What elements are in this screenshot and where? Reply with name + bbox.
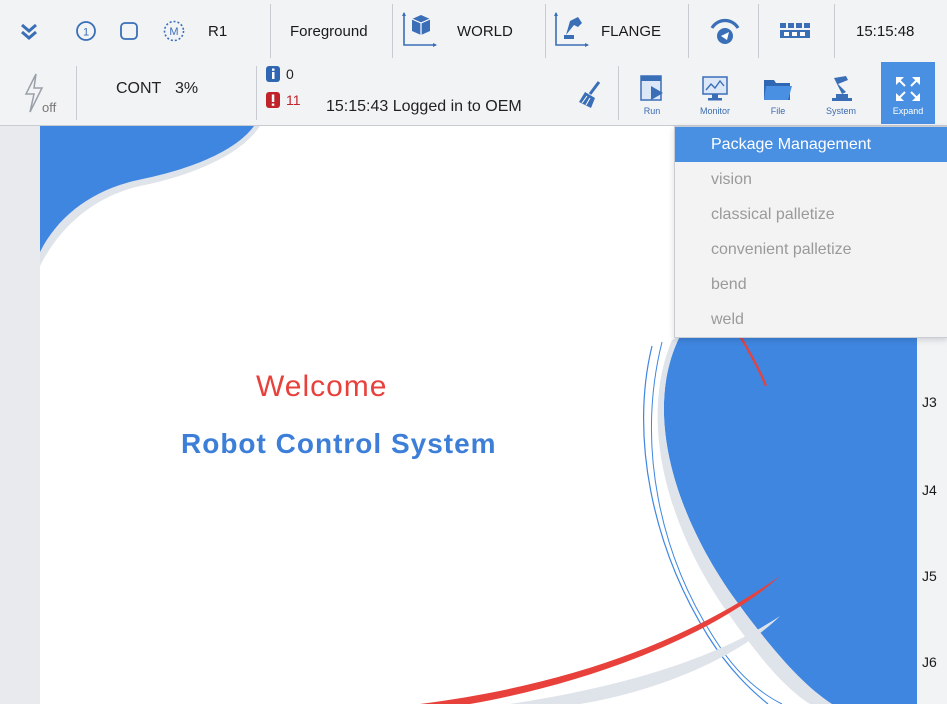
- motion-mode-label[interactable]: CONT: [116, 80, 161, 98]
- robot-arm-icon: [832, 76, 852, 101]
- connection-icon[interactable]: [708, 2, 744, 60]
- clock: 15:15:48: [856, 22, 915, 40]
- system-button[interactable]: System: [815, 62, 867, 124]
- power-off-icon[interactable]: off: [22, 72, 66, 118]
- error-indicator[interactable]: 11: [266, 92, 301, 108]
- menu-item-vision[interactable]: vision: [675, 162, 947, 197]
- info-indicator[interactable]: 0: [266, 66, 294, 82]
- folder-icon: [764, 80, 792, 100]
- monitor-icon: [702, 76, 728, 101]
- expand-button[interactable]: Expand: [881, 62, 935, 124]
- left-rail: [0, 126, 40, 704]
- coordinate-system-label[interactable]: WORLD: [457, 2, 537, 60]
- joint-label-j4: J4: [922, 482, 937, 498]
- system-subtitle: Robot Control System: [181, 428, 497, 459]
- manual-mode-icon[interactable]: M: [162, 2, 188, 60]
- robot-selector[interactable]: R1: [208, 2, 248, 60]
- keyboard-icon[interactable]: [778, 2, 818, 60]
- run-button[interactable]: Run: [626, 62, 678, 124]
- info-toolbar: off CONT 3% 0 11 15:15:43 Logged in to O…: [0, 62, 947, 126]
- tool-flange-icon[interactable]: [552, 2, 592, 60]
- collapse-chevrons-icon[interactable]: [18, 2, 44, 60]
- error-icon: [266, 92, 280, 108]
- expand-label: Expand: [892, 106, 924, 116]
- info-icon: [266, 66, 280, 82]
- monitor-button[interactable]: Monitor: [689, 62, 741, 124]
- expand-icon: [896, 77, 920, 101]
- speed-label[interactable]: 3%: [175, 80, 198, 98]
- error-count: 11: [286, 92, 301, 108]
- top-status-bar: 1 M R1 Foreground WORLD FLANGE 15:15:48: [0, 0, 947, 63]
- joint-label-j6: J6: [922, 654, 937, 670]
- svg-text:1: 1: [83, 27, 89, 39]
- stop-square-icon[interactable]: [118, 2, 144, 60]
- menu-item-classical-palletize[interactable]: classical palletize: [675, 197, 947, 232]
- menu-item-weld[interactable]: weld: [675, 302, 947, 337]
- system-label: System: [825, 106, 856, 116]
- monitor-label: Monitor: [699, 106, 730, 116]
- joint-label-j3: J3: [922, 394, 937, 410]
- menu-item-package-management[interactable]: Package Management: [675, 127, 947, 162]
- welcome-heading: Welcome: [256, 370, 388, 403]
- file-button[interactable]: File: [752, 62, 804, 124]
- broom-clear-icon[interactable]: [577, 80, 603, 115]
- run-icon: [640, 75, 663, 101]
- tool-frame-label[interactable]: FLANGE: [601, 2, 681, 60]
- run-mode-label[interactable]: Foreground: [290, 2, 386, 60]
- log-message[interactable]: 15:15:43 Logged in to OEM: [326, 98, 522, 116]
- world-coordinate-icon[interactable]: [400, 2, 440, 60]
- info-count: 0: [286, 66, 294, 82]
- file-label: File: [770, 106, 786, 116]
- svg-text:M: M: [169, 26, 178, 38]
- power-state-label: off: [42, 100, 57, 115]
- expand-dropdown-menu: Package Management vision classical pall…: [674, 126, 947, 338]
- menu-item-bend[interactable]: bend: [675, 267, 947, 302]
- menu-item-convenient-palletize[interactable]: convenient palletize: [675, 232, 947, 267]
- joint-label-j5: J5: [922, 568, 937, 584]
- single-step-icon[interactable]: 1: [74, 2, 100, 60]
- run-label: Run: [643, 106, 661, 116]
